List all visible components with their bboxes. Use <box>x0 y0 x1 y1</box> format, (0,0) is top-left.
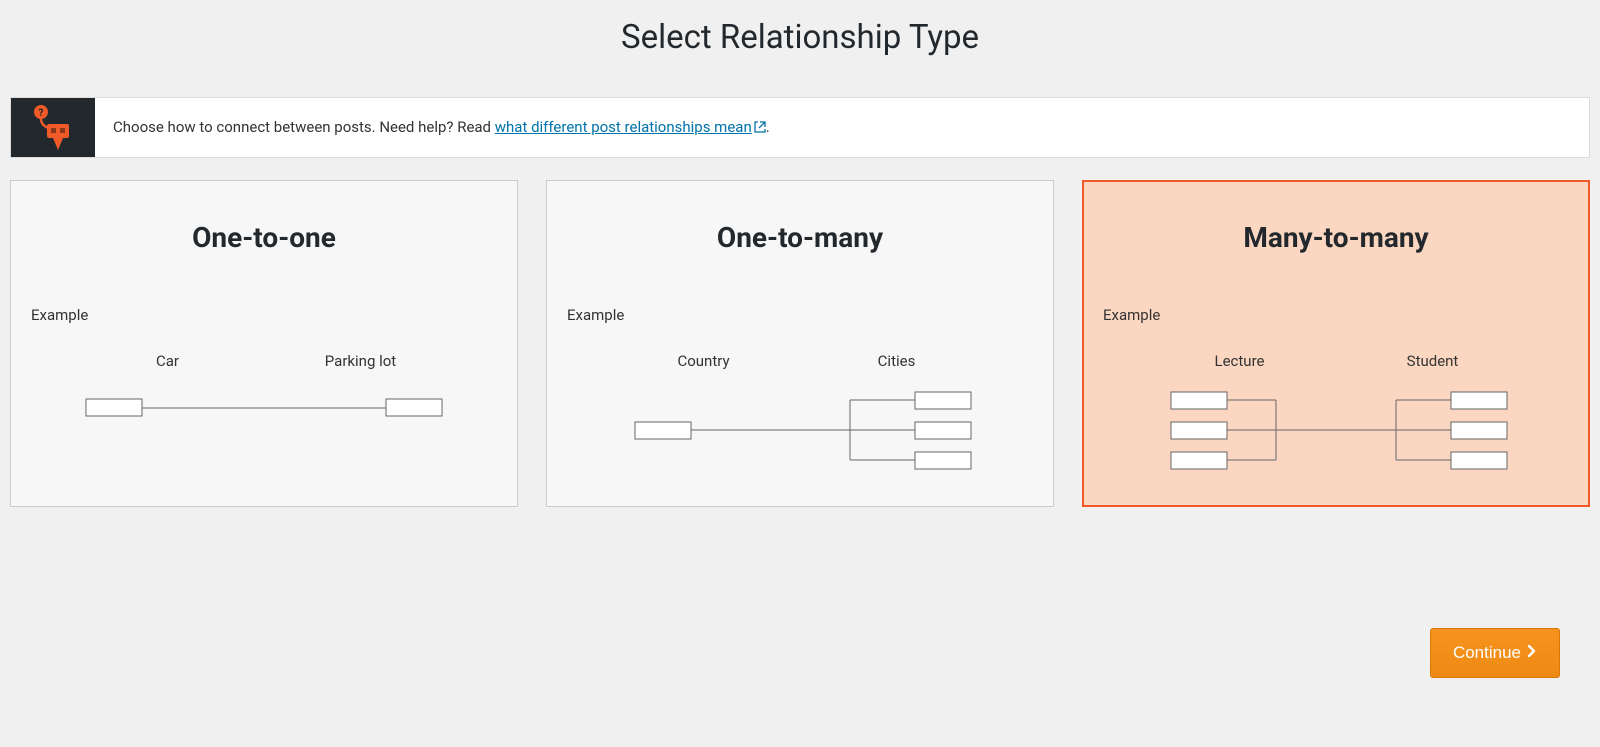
card-title: One-to-many <box>567 221 1033 254</box>
diagram-one-to-one <box>64 386 464 431</box>
right-entity-label: Cities <box>800 352 993 370</box>
card-title: One-to-one <box>31 221 497 254</box>
card-one-to-one[interactable]: One-to-one Example Car Parking lot <box>10 180 518 507</box>
help-text: Choose how to connect between posts. Nee… <box>95 98 788 157</box>
card-many-to-many[interactable]: Many-to-many Example Lecture Student <box>1082 180 1590 507</box>
right-entity-label: Student <box>1336 352 1529 370</box>
left-entity-label: Car <box>71 352 264 370</box>
card-one-to-many[interactable]: One-to-many Example Country Cities <box>546 180 1054 507</box>
left-entity-label: Lecture <box>1143 352 1336 370</box>
continue-button[interactable]: Continue <box>1430 628 1560 678</box>
cards-row: One-to-one Example Car Parking lot One-t… <box>0 180 1600 507</box>
example-label: Example <box>1103 306 1569 324</box>
help-text-after: . <box>766 118 770 136</box>
help-text-before: Choose how to connect between posts. Nee… <box>113 118 495 136</box>
example-label: Example <box>31 306 497 324</box>
help-icon: ? <box>11 98 95 157</box>
diagram-labels: Lecture Student <box>1103 352 1569 370</box>
example-label: Example <box>567 306 1033 324</box>
page-title: Select Relationship Type <box>0 0 1600 67</box>
diagram-one-to-many <box>600 386 1000 476</box>
right-entity-label: Parking lot <box>264 352 457 370</box>
diagram-labels: Country Cities <box>567 352 1033 370</box>
svg-text:?: ? <box>39 108 44 119</box>
help-link[interactable]: what different post relationships mean <box>495 118 766 136</box>
diagram-many-to-many <box>1136 386 1536 476</box>
diagram-labels: Car Parking lot <box>31 352 497 370</box>
continue-label: Continue <box>1453 643 1521 663</box>
help-bar: ? Choose how to connect between posts. N… <box>10 97 1590 158</box>
left-entity-label: Country <box>607 352 800 370</box>
external-link-icon <box>754 119 766 137</box>
chevron-right-icon <box>1527 643 1537 663</box>
card-title: Many-to-many <box>1103 221 1569 254</box>
